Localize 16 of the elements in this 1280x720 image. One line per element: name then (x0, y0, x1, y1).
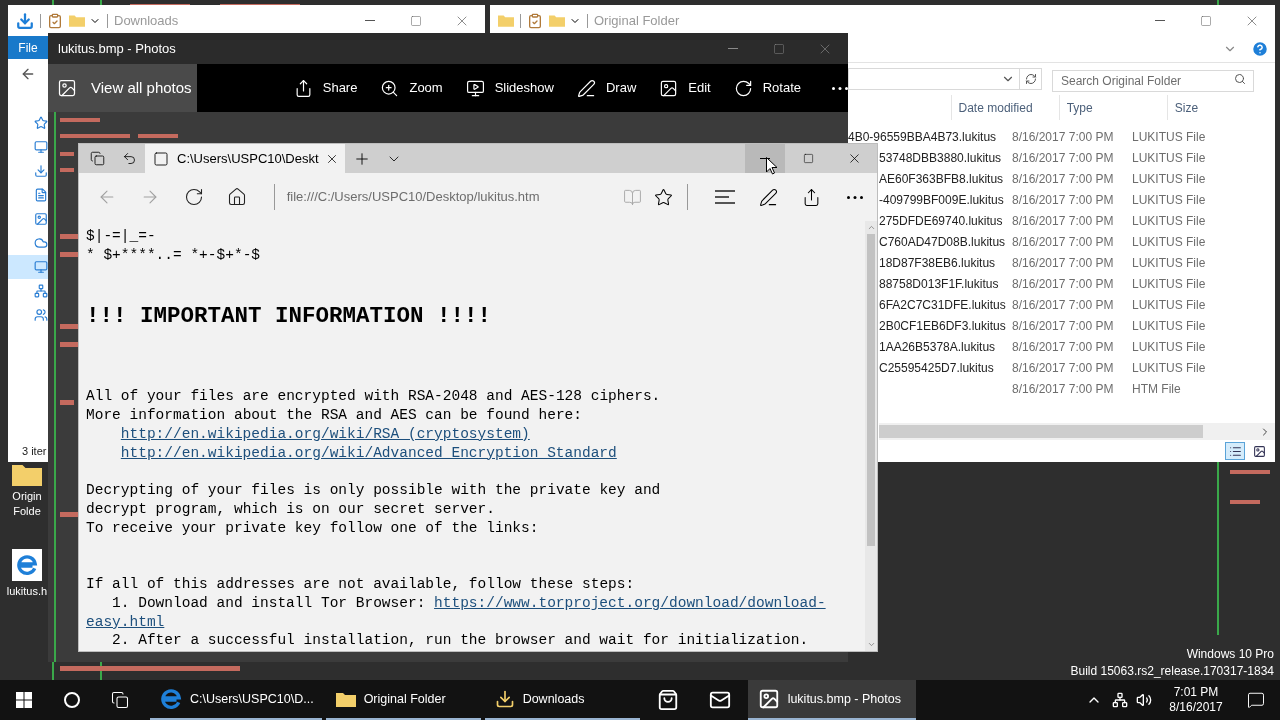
picture-icon (757, 688, 780, 710)
speech-bubble-icon (1247, 691, 1265, 709)
taskbar-app[interactable]: Downloads (484, 680, 640, 720)
browser-logo-icon (160, 688, 182, 710)
network-icon[interactable] (1112, 692, 1128, 708)
folder-icon (335, 691, 356, 707)
taskbar-app[interactable]: Original Folder (325, 680, 481, 720)
taskbar-app[interactable]: lukitus.bmp - Photos (747, 680, 916, 720)
mail-icon (708, 689, 731, 711)
clock[interactable]: 7:01 PM 8/16/2017 (1160, 685, 1232, 715)
windows-logo-icon (16, 692, 32, 708)
shopping-bag-icon (656, 689, 679, 711)
task-view-icon (111, 691, 129, 709)
volume-icon[interactable] (1136, 692, 1152, 708)
download-icon (494, 689, 515, 709)
taskbar-app[interactable]: C:\Users\USPC10\D... (150, 680, 322, 720)
